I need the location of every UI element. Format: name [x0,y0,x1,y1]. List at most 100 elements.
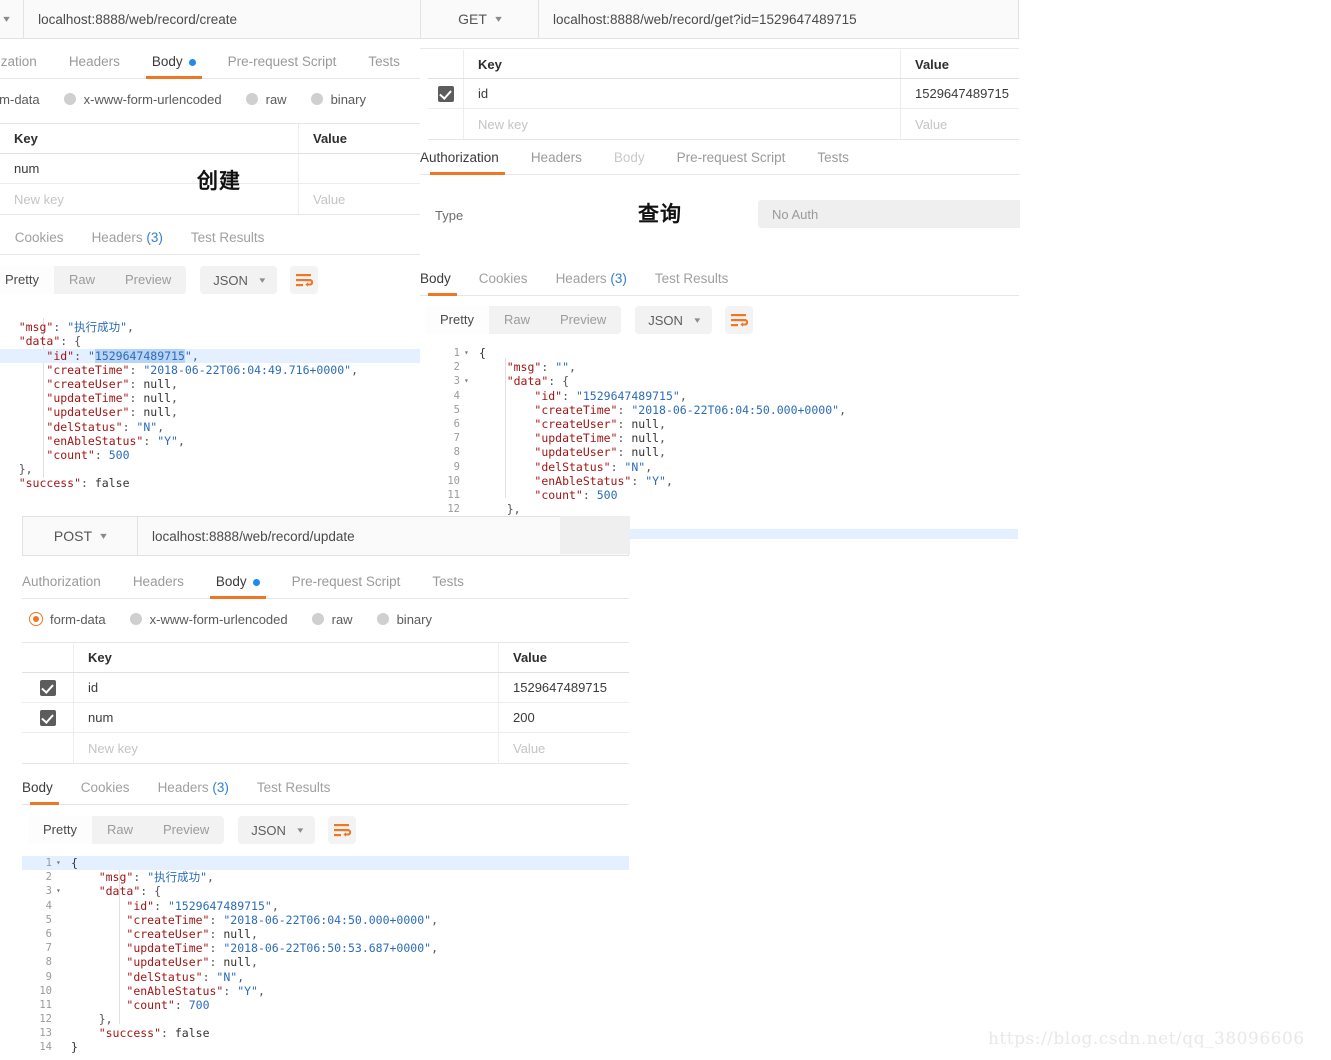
tab-authorization[interactable]: Authorization [420,142,515,175]
tab-body[interactable]: Body [598,142,661,174]
code-line[interactable]: 10 "enAbleStatus": "Y", [22,984,629,998]
table-new-row[interactable]: New key Value [428,109,1019,139]
restab-headers[interactable]: Headers (3) [78,222,177,254]
tab-tests[interactable]: Tests [416,566,480,598]
code-line[interactable]: 12 }, [22,1012,629,1026]
code-line[interactable]: 9 "delStatus": "N", [22,970,629,984]
preview-button[interactable]: Preview [148,816,224,844]
update-response-code[interactable]: 1 ▾{2 "msg": "执行成功", 3 ▾ "data": {4 "id": "… [22,856,629,1055]
code-line[interactable]: 10 "enAbleStatus": "Y", [430,474,1019,488]
code-line[interactable]: 7 "updateTime": null, [0,391,422,405]
code-line[interactable]: 2 "msg": "", [430,360,1019,374]
code-line[interactable]: 4 "id": "1529647489715", [22,899,629,913]
tab-pre-request-script[interactable]: Pre-request Script [212,46,353,78]
radio-binary[interactable]: binary [310,92,366,107]
code-line[interactable]: 2 "msg": "执行成功", [22,870,629,884]
wrap-lines-button[interactable] [725,306,754,334]
code-line[interactable]: 5 "createTime": "2018-06-22T06:04:50.000… [430,403,1019,417]
tab-headers[interactable]: Headers [53,46,136,78]
format-select[interactable]: JSON ▾ [200,266,278,294]
raw-button[interactable]: Raw [489,306,545,334]
fold-toggle-icon[interactable]: ▾ [464,374,473,388]
tab-authorization[interactable]: Authorization [22,566,117,598]
new-value-input[interactable]: Value [299,184,422,214]
row-checkbox-cell[interactable] [22,703,74,732]
code-line[interactable]: 4 "id": "1529647489715", [0,348,422,363]
code-line[interactable]: 13 "success": false [22,1026,629,1040]
auth-type-select[interactable]: No Auth [758,200,1020,228]
radio-binary[interactable]: binary [376,612,432,627]
table-new-row[interactable]: New key Value [22,733,629,763]
wrap-lines-button[interactable] [290,266,319,294]
row-key-input[interactable]: num [74,703,499,732]
radio-form-data[interactable]: form-data [30,612,106,627]
row-key-input[interactable]: id [74,673,499,702]
code-line[interactable]: 11 "count": 500 [430,488,1019,502]
restab-headers[interactable]: Headers (3) [144,772,243,804]
code-line[interactable]: 12 }, [430,502,1019,515]
code-line[interactable]: 7 "updateTime": null, [430,431,1019,445]
row-checkbox-cell[interactable] [428,79,464,108]
code-line[interactable]: 8 "updateUser": null, [22,955,629,969]
tab-headers[interactable]: Headers [515,142,598,174]
tab-tests[interactable]: Tests [352,46,416,78]
new-key-input[interactable]: New key [74,733,499,763]
code-line[interactable]: 1▾{ [0,306,422,320]
code-line[interactable]: 5 "createTime": "2018-06-22T06:04:50.000… [22,913,629,927]
create-response-code[interactable]: 1▾{2 "msg": "执行成功",3▾ "data": {4 "id": "… [0,306,422,505]
code-line[interactable]: 8 "updateUser": null, [430,445,1019,459]
query-response-code[interactable]: 1 ▾{2 "msg": "", 3 ▾ "data": {4 "id": "1529… [430,346,1019,515]
restab-cookies[interactable]: Cookies [1,222,78,254]
code-line[interactable]: 1▾{ [22,856,629,871]
code-line[interactable]: 11 "count": 500 [0,448,422,462]
preview-button[interactable]: Preview [110,266,186,294]
code-line[interactable]: 3▾ "data": { [22,884,629,898]
new-value-input[interactable]: Value [499,733,629,763]
query-url-input[interactable]: localhost:8888/web/record/get?id=1529647… [539,0,1018,38]
create-method-selector[interactable]: POST ▾ [0,0,25,38]
code-line[interactable]: 6 "createUser": null, [0,377,422,391]
restab-test-results[interactable]: Test Results [243,772,345,804]
code-line[interactable]: 14} [22,1040,629,1054]
fold-toggle-icon[interactable]: ▾ [56,856,65,870]
row-checkbox-cell[interactable] [22,673,74,702]
format-select[interactable]: JSON ▾ [635,306,713,334]
radio-x-www-form-urlencoded[interactable]: x-www-form-urlencoded [63,92,222,107]
tab-pre-request-script[interactable]: Pre-request Script [661,142,802,174]
restab-cookies[interactable]: Cookies [465,263,542,295]
restab-body[interactable]: Body [22,772,67,805]
restab-headers[interactable]: Headers (3) [542,263,641,295]
fold-toggle-icon[interactable]: ▾ [56,884,65,898]
code-line[interactable]: 3▾ "data": { [430,374,1019,388]
tab-headers[interactable]: Headers [117,566,200,598]
code-line[interactable]: 12 }, [0,462,422,476]
code-line[interactable]: 8 "updateUser": null, [0,405,422,419]
preview-button[interactable]: Preview [545,306,621,334]
new-value-input[interactable]: Value [901,109,1019,139]
update-url-input[interactable]: localhost:8888/web/record/update [138,517,628,555]
code-line[interactable]: 10 "enAbleStatus": "Y", [0,434,422,448]
code-line[interactable]: 4 "id": "1529647489715", [430,389,1019,403]
table-row[interactable]: id 1529647489715 [22,673,629,703]
code-line[interactable]: 7 "updateTime": "2018-06-22T06:50:53.687… [22,941,629,955]
create-url-input[interactable]: localhost:8888/web/record/create [24,0,422,38]
pretty-button[interactable]: Pretty [425,306,489,334]
pretty-button[interactable]: Pretty [0,266,54,294]
pretty-button[interactable]: Pretty [28,816,92,844]
tab-tests[interactable]: Tests [801,142,865,174]
tab-body[interactable]: Body [136,46,212,79]
fold-toggle-icon[interactable]: ▾ [464,346,473,360]
restab-test-results[interactable]: Test Results [641,263,743,295]
new-key-input[interactable]: New key [0,184,299,214]
wrap-lines-button[interactable] [328,816,357,844]
table-row[interactable]: id 1529647489715 [428,79,1019,109]
radio-x-www-form-urlencoded[interactable]: x-www-form-urlencoded [129,612,288,627]
code-line[interactable]: 14} [0,490,422,504]
code-line[interactable]: 11 "count": 700 [22,998,629,1012]
row-value-input[interactable] [299,154,422,183]
radio-raw[interactable]: raw [311,612,353,627]
row-key-input[interactable]: num [0,154,299,183]
radio-form-data[interactable]: form-data [0,92,40,107]
radio-raw[interactable]: raw [245,92,287,107]
code-line[interactable]: 3▾ "data": { [0,334,422,348]
